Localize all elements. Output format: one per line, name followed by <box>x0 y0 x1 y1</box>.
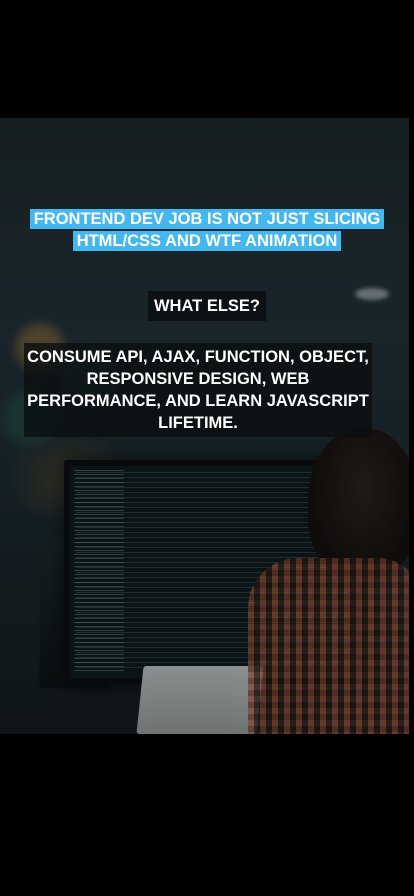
headline-caption: FRONTEND DEV JOB IS NOT JUST SLICING HTM… <box>0 208 414 252</box>
subheading-caption: WHAT ELSE? <box>0 291 414 321</box>
subheading-text: WHAT ELSE? <box>147 291 267 321</box>
headline-text: FRONTEND DEV JOB IS NOT JUST SLICING HTM… <box>29 209 385 251</box>
story-screen: FRONTEND DEV JOB IS NOT JUST SLICING HTM… <box>0 0 414 896</box>
body-caption: CONSUME API, AJAX, FUNCTION, OBJECT, RES… <box>24 343 372 437</box>
